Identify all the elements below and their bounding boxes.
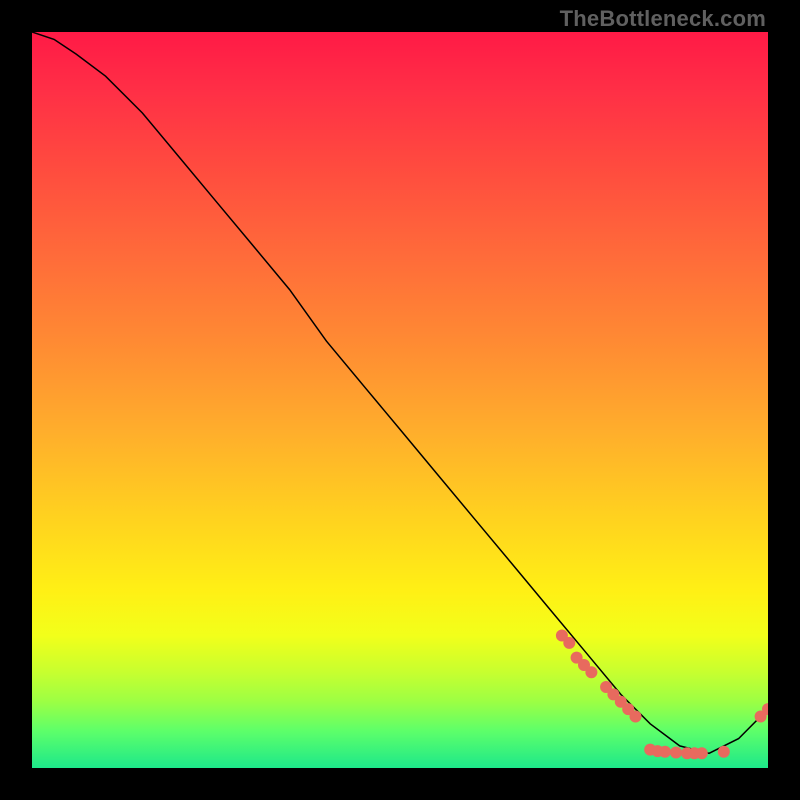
chart-stage: TheBottleneck.com [0,0,800,800]
chart-svg [32,32,768,768]
chart-marker [563,637,575,649]
chart-plot-area [32,32,768,768]
watermark-text: TheBottleneck.com [560,6,766,32]
chart-marker [718,746,730,758]
chart-curve [32,32,768,753]
chart-marker [585,666,597,678]
chart-marker [696,747,708,759]
chart-marker [659,746,671,758]
chart-marker [630,711,642,723]
chart-marker [670,747,682,759]
